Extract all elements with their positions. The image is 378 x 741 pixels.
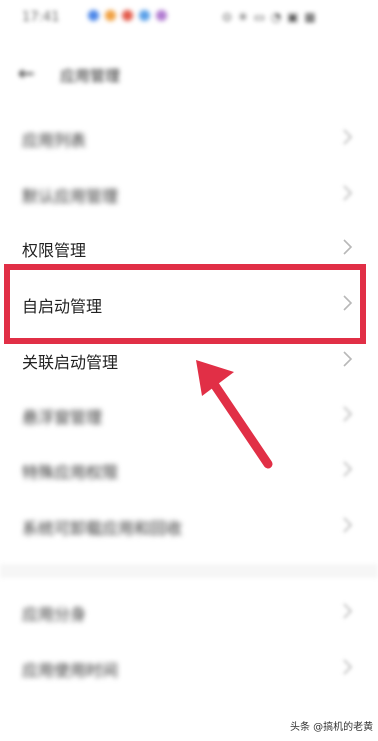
watermark: 头条 @搞机的老黄 — [290, 722, 374, 733]
settings-item-label: 应用列表 — [22, 131, 87, 150]
settings-item-label: 特殊应用权限 — [22, 463, 119, 482]
settings-item-label: 悬浮窗管理 — [22, 408, 103, 427]
settings-item-label: 自启动管理 — [22, 297, 103, 316]
notification-icon — [156, 10, 167, 21]
settings-item-label: 默认应用管理 — [22, 187, 119, 206]
settings-item-default-apps[interactable]: 默认应用管理 — [0, 166, 378, 222]
section-divider — [0, 564, 378, 578]
settings-item-app-clone[interactable]: 应用分身 — [0, 584, 378, 640]
status-bar: 17:41 ⊙ ✳ ▭ ◔ ▣ ▦ — [0, 0, 378, 40]
chevron-right-icon — [343, 517, 353, 533]
status-time: 17:41 — [22, 10, 60, 25]
chevron-right-icon — [343, 461, 353, 477]
chevron-right-icon — [343, 295, 353, 311]
chevron-right-icon — [343, 406, 353, 422]
settings-item-label: 应用使用时间 — [22, 661, 119, 680]
chevron-right-icon — [343, 351, 353, 367]
chevron-right-icon — [343, 129, 353, 145]
chevron-right-icon — [343, 659, 353, 675]
settings-item-label: 系统可卸载应用和回收 — [22, 519, 183, 538]
notification-icon — [88, 10, 99, 21]
settings-item-label: 权限管理 — [22, 241, 87, 260]
settings-item-usage-time[interactable]: 应用使用时间 — [0, 640, 378, 696]
settings-item-special-permissions[interactable]: 特殊应用权限 — [0, 442, 378, 498]
settings-item-uninstall-recover[interactable]: 系统可卸载应用和回收 — [0, 498, 378, 554]
settings-item-associated-launch[interactable]: 关联启动管理 — [0, 332, 378, 388]
page-title: 应用管理 — [60, 67, 121, 85]
settings-item-label: 应用分身 — [22, 605, 87, 624]
chevron-right-icon — [343, 185, 353, 201]
header: ← 应用管理 — [0, 55, 378, 95]
chevron-right-icon — [343, 239, 353, 255]
back-arrow-icon[interactable]: ← — [18, 61, 35, 85]
notification-icon — [122, 10, 133, 21]
settings-item-floating-window[interactable]: 悬浮窗管理 — [0, 387, 378, 443]
notification-icons — [88, 10, 167, 21]
notification-icon — [139, 10, 150, 21]
system-status-icons: ⊙ ✳ ▭ ◔ ▣ ▦ — [222, 10, 317, 24]
settings-item-autostart[interactable]: 自启动管理 — [0, 276, 378, 332]
settings-item-permissions[interactable]: 权限管理 — [0, 220, 378, 276]
notification-icon — [105, 10, 116, 21]
settings-item-label: 关联启动管理 — [22, 353, 119, 372]
settings-item-app-list[interactable]: 应用列表 — [0, 110, 378, 166]
chevron-right-icon — [343, 603, 353, 619]
